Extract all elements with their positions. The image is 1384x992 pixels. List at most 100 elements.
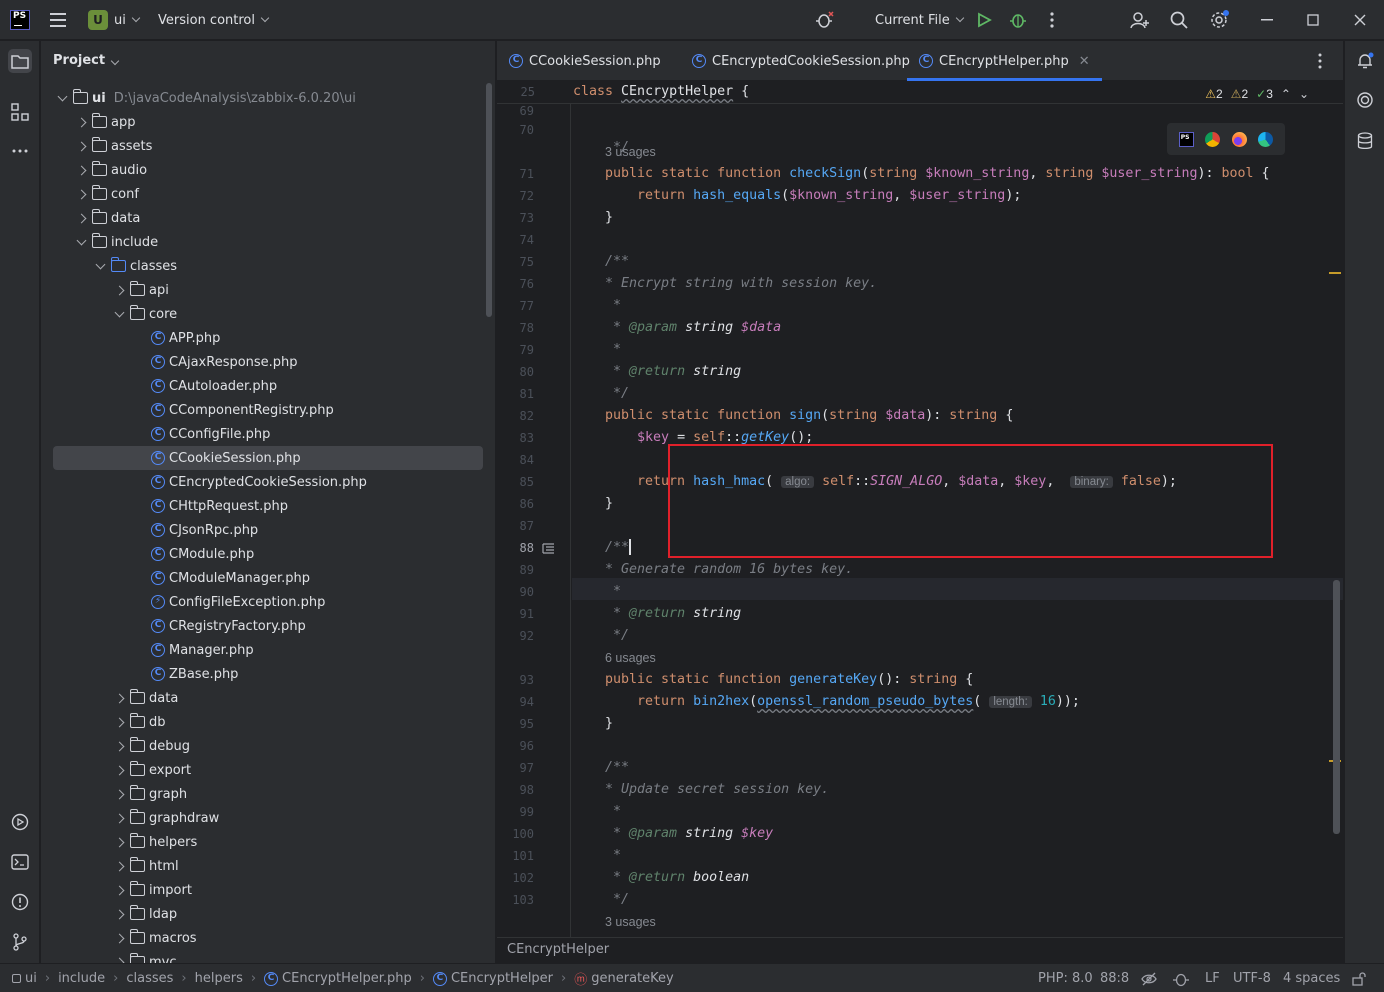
minimize-icon[interactable] xyxy=(1255,8,1279,32)
expand-arrow-icon[interactable] xyxy=(112,955,126,963)
expand-arrow-icon[interactable] xyxy=(112,835,126,849)
services-icon[interactable] xyxy=(8,810,32,834)
error-stripe-marker[interactable] xyxy=(1329,272,1341,274)
tab-ccookiesession[interactable]: C CCookieSession.php xyxy=(509,41,661,81)
tree-item-graphdraw[interactable]: graphdraw xyxy=(41,806,483,830)
tree-file[interactable]: C CAutoloader.php xyxy=(41,374,483,398)
inspection-widget[interactable]: ⚠2 ⚠2 ✓3 ⌃ ⌄ xyxy=(1205,87,1309,101)
expand-arrow-icon[interactable] xyxy=(112,691,126,705)
crumb-ui[interactable]: ui xyxy=(25,971,37,986)
tree-item-audio[interactable]: audio xyxy=(41,158,483,182)
search-icon[interactable] xyxy=(1167,8,1191,32)
editor-scrollbar[interactable] xyxy=(1333,580,1340,834)
expand-arrow-icon[interactable] xyxy=(112,907,126,921)
tree-file[interactable]: C APP.php xyxy=(41,326,483,350)
crumb-file[interactable]: CEncryptHelper.php xyxy=(282,971,412,986)
expand-arrow-icon[interactable] xyxy=(112,283,126,297)
tree-file[interactable]: C CModule.php xyxy=(41,542,483,566)
line-number-gutter[interactable]: 69 70 71 72 73 74 75 76 77 78 79 80 81 8… xyxy=(497,82,571,937)
tree-item-classes[interactable]: classes xyxy=(41,254,483,278)
crumb-include[interactable]: include xyxy=(58,971,105,986)
crumb-helpers[interactable]: helpers xyxy=(195,971,243,986)
tree-item-mvc[interactable]: mvc xyxy=(41,950,483,963)
vcs-widget[interactable]: Version control xyxy=(158,0,270,40)
expand-arrow-icon[interactable] xyxy=(112,739,126,753)
expand-arrow-icon[interactable] xyxy=(74,211,88,225)
debug-settings-icon[interactable] xyxy=(1172,964,1190,992)
project-badge[interactable]: U xyxy=(88,10,108,30)
tree-file[interactable]: C CModuleManager.php xyxy=(41,566,483,590)
collapse-arrow-icon[interactable] xyxy=(112,307,126,321)
project-switcher[interactable]: ui xyxy=(114,0,141,40)
tree-item-graph[interactable]: graph xyxy=(41,782,483,806)
usages-hint[interactable]: 3 usages xyxy=(605,915,656,929)
tree-file[interactable]: C CConfigFile.php xyxy=(41,422,483,446)
main-menu-icon[interactable] xyxy=(50,13,66,27)
tree-item-export[interactable]: export xyxy=(41,758,483,782)
sticky-lines[interactable]: 25 class CEncryptHelper { ⚠2 ⚠2 ✓3 ⌃ ⌄ xyxy=(497,82,1343,104)
debug-icon[interactable] xyxy=(1006,8,1030,32)
code-editor[interactable]: */ 3 usages public static function check… xyxy=(572,82,1343,937)
tree-file[interactable]: C CComponentRegistry.php xyxy=(41,398,483,422)
crumb-method[interactable]: generateKey xyxy=(591,971,673,986)
tree-item-data[interactable]: data xyxy=(41,686,483,710)
database-icon[interactable] xyxy=(1353,129,1377,153)
tree-file-selected[interactable]: C CCookieSession.php xyxy=(53,446,483,470)
debug-off-icon[interactable] xyxy=(813,8,837,32)
tree-file[interactable]: C Manager.php xyxy=(41,638,483,662)
tree-item-debug[interactable]: debug xyxy=(41,734,483,758)
tree-item-html[interactable]: html xyxy=(41,854,483,878)
expand-arrow-icon[interactable] xyxy=(112,931,126,945)
tree-file[interactable]: C CEncryptedCookieSession.php xyxy=(41,470,483,494)
previous-highlight-icon[interactable]: ⌃ xyxy=(1281,87,1291,101)
project-scrollbar[interactable] xyxy=(486,83,492,317)
tab-cencrypthelper[interactable]: C CEncryptHelper.php ✕ xyxy=(907,41,1102,81)
tree-item-core[interactable]: core xyxy=(41,302,483,326)
expand-arrow-icon[interactable] xyxy=(112,763,126,777)
tab-close-icon[interactable]: ✕ xyxy=(1079,54,1090,69)
chrome-icon[interactable] xyxy=(1205,131,1221,147)
notifications-bell-icon[interactable] xyxy=(1353,49,1377,73)
tree-item-app[interactable]: app xyxy=(41,110,483,134)
project-panel-header[interactable]: Project xyxy=(53,53,120,68)
tree-item-db[interactable]: db xyxy=(41,710,483,734)
file-encoding[interactable]: UTF-8 xyxy=(1233,964,1271,992)
firefox-icon[interactable] xyxy=(1231,131,1247,147)
tab-cencryptedcookiesession[interactable]: C CEncryptedCookieSession.php xyxy=(692,41,910,81)
git-branch-icon[interactable] xyxy=(8,930,32,954)
tree-item-helpers[interactable]: helpers xyxy=(41,830,483,854)
expand-arrow-icon[interactable] xyxy=(74,187,88,201)
unlock-icon[interactable] xyxy=(1352,964,1366,992)
problems-icon[interactable] xyxy=(8,890,32,914)
tree-file[interactable]: C CAjaxResponse.php xyxy=(41,350,483,374)
doc-comment-render-icon[interactable] xyxy=(542,543,555,558)
add-user-icon[interactable] xyxy=(1128,8,1152,32)
tree-item-assets[interactable]: assets xyxy=(41,134,483,158)
tree-file[interactable]: C CHttpRequest.php xyxy=(41,494,483,518)
expand-arrow-icon[interactable] xyxy=(112,715,126,729)
tree-item-api[interactable]: api xyxy=(41,278,483,302)
tree-file[interactable]: C CRegistryFactory.php xyxy=(41,614,483,638)
caret-position[interactable]: 88:8 xyxy=(1100,964,1129,992)
expand-arrow-icon[interactable] xyxy=(112,787,126,801)
more-vertical-icon[interactable] xyxy=(1040,8,1064,32)
eye-off-icon[interactable] xyxy=(1141,964,1157,992)
line-separator[interactable]: LF xyxy=(1205,964,1220,992)
terminal-icon[interactable] xyxy=(8,850,32,874)
usages-hint[interactable]: 6 usages xyxy=(605,651,656,665)
tree-item-macros[interactable]: macros xyxy=(41,926,483,950)
tree-item-import[interactable]: import xyxy=(41,878,483,902)
expand-arrow-icon[interactable] xyxy=(112,883,126,897)
more-horizontal-icon[interactable] xyxy=(8,139,32,163)
tree-item-include[interactable]: include xyxy=(41,230,483,254)
tree-item-data[interactable]: data xyxy=(41,206,483,230)
indent-setting[interactable]: 4 spaces xyxy=(1283,964,1340,992)
tree-root[interactable]: ui D:\javaCodeAnalysis\zabbix-6.0.20\ui xyxy=(41,86,483,110)
project-folder-icon[interactable] xyxy=(8,49,32,73)
crumb-class[interactable]: CEncryptHelper xyxy=(451,971,553,986)
settings-gear-icon[interactable] xyxy=(1207,8,1231,32)
run-icon[interactable] xyxy=(972,8,996,32)
php-level[interactable]: PHP: 8.0 xyxy=(1038,964,1093,992)
phpstorm-logo-icon[interactable]: PS xyxy=(10,10,30,30)
crumb-classes[interactable]: classes xyxy=(126,971,173,986)
